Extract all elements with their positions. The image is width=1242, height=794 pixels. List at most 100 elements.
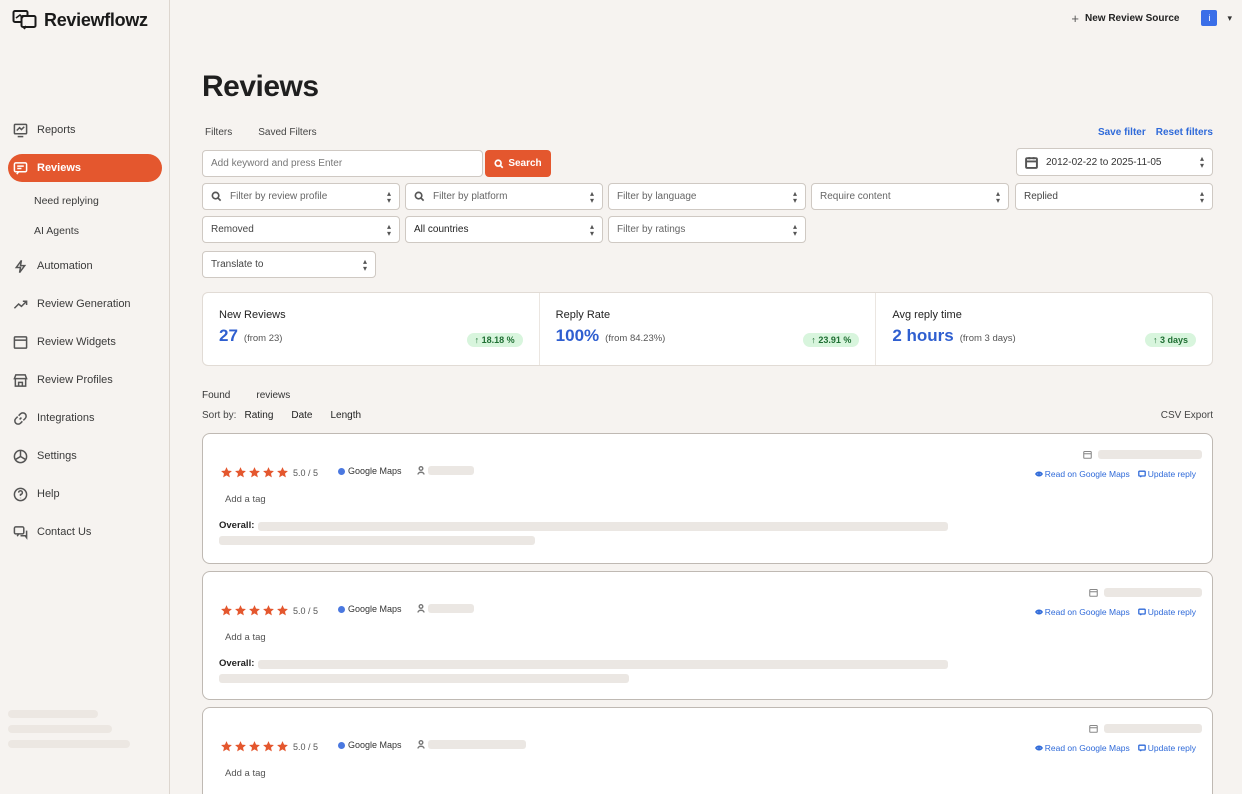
date-range-picker[interactable]: 2012-02-22 to 2025-11-05 ▴ ▾ [1016, 148, 1213, 176]
update-reply-label: Update reply [1147, 743, 1196, 753]
language-placeholder: Filter by language [617, 191, 697, 202]
language-select[interactable]: Filter by language ▴ ▾ [608, 183, 806, 210]
arrow-up-icon: ↑ [474, 335, 482, 345]
update-reply-link[interactable]: Update reply [1137, 743, 1196, 753]
search-input[interactable]: Add keyword and press Enter [202, 150, 483, 177]
read-link-label: Read on Google Maps [1044, 607, 1130, 617]
sidebar-subitem-need-replying[interactable]: Need replying [34, 192, 170, 210]
sidebar-item-help[interactable]: Help [8, 480, 162, 508]
stat-change-value: 23.91 % [818, 335, 852, 345]
replied-select[interactable]: Replied ▴ ▾ [1015, 183, 1213, 210]
removed-select[interactable]: Removed ▴ ▾ [202, 216, 400, 243]
save-filter-link[interactable]: Save filter [1098, 127, 1146, 138]
tab-filters[interactable]: Filters [205, 127, 232, 138]
link-icon [14, 411, 27, 425]
widget-icon [13, 335, 28, 349]
sidebar-item-label: Reports [37, 124, 76, 136]
settings-icon [13, 449, 28, 463]
search-icon [494, 158, 504, 168]
sidebar-item-review-profiles[interactable]: Review Profiles [8, 366, 162, 394]
sidebar-item-integrations[interactable]: Integrations [8, 404, 162, 432]
stat-new-reviews: New Reviews 27 (from 23) ↑ 18.18 % [203, 293, 540, 365]
sidebar-nav: Reports Reviews Need replying AI Agents … [0, 116, 170, 556]
star-icon [263, 605, 274, 616]
stat-change-badge: ↑ 3 days [1144, 333, 1197, 347]
sort-option-date[interactable]: Date [291, 410, 312, 421]
chevron-updown-icon: ▴ ▾ [386, 189, 391, 205]
star-icon [263, 467, 274, 478]
csv-export-button[interactable]: CSV Export [1161, 410, 1213, 421]
app-name: Reviewflowz [44, 9, 148, 30]
sidebar-item-label: Settings [37, 450, 77, 462]
chevron-down-icon[interactable]: ▾ [1227, 13, 1232, 24]
review-card: 5.0 / 5 Google Maps Read on Google Maps … [202, 571, 1213, 700]
calendar-icon [1083, 450, 1092, 459]
chevron-updown-icon: ▴ ▾ [589, 189, 594, 205]
sidebar-item-reports[interactable]: Reports [8, 116, 162, 144]
star-icon [221, 605, 232, 616]
stat-change-badge: ↑ 23.91 % [803, 333, 860, 347]
update-reply-link[interactable]: Update reply [1137, 469, 1196, 479]
rating-text: 5.0 / 5 [293, 606, 319, 616]
review-card: 5.0 / 5 Google Maps Read on Google Maps … [202, 433, 1213, 564]
read-on-google-maps-link[interactable]: Read on Google Maps [1034, 743, 1130, 753]
update-reply-link[interactable]: Update reply [1137, 607, 1196, 617]
sidebar-item-reviews[interactable]: Reviews [8, 154, 162, 182]
sort-option-length[interactable]: Length [331, 410, 362, 421]
platform-name: Google Maps [348, 604, 402, 614]
date-range-value: 2012-02-22 to 2025-11-05 [1046, 156, 1162, 168]
chevron-updown-icon: ▴ ▾ [1199, 189, 1204, 205]
search-button[interactable]: Search [485, 150, 551, 177]
star-rating [220, 604, 289, 617]
reply-icon [1137, 470, 1146, 478]
sidebar-item-automation[interactable]: Automation [8, 252, 162, 280]
add-tag-button[interactable]: Add a tag [225, 768, 266, 779]
user-icon [417, 466, 425, 475]
avatar[interactable]: i [1201, 10, 1218, 26]
author-redacted [428, 740, 526, 749]
search-placeholder: Add keyword and press Enter [211, 158, 343, 169]
sidebar-item-review-widgets[interactable]: Review Widgets [8, 328, 162, 356]
stat-label: Avg reply time [892, 309, 962, 321]
stat-change-value: 3 days [1159, 335, 1189, 345]
stat-change-badge: ↑ 18.18 % [466, 333, 523, 347]
app-logo[interactable]: Reviewflowz [12, 8, 148, 32]
read-on-google-maps-link[interactable]: Read on Google Maps [1034, 607, 1130, 617]
google-maps-icon [338, 741, 345, 749]
sidebar-item-settings[interactable]: Settings [8, 442, 162, 470]
tab-saved-filters[interactable]: Saved Filters [258, 127, 316, 138]
review-profile-placeholder: Filter by review profile [230, 191, 328, 202]
ratings-select[interactable]: Filter by ratings ▴ ▾ [608, 216, 806, 243]
update-reply-label: Update reply [1147, 607, 1196, 617]
rating-text: 5.0 / 5 [293, 742, 319, 752]
ratings-placeholder: Filter by ratings [617, 224, 686, 235]
found-suffix: reviews [256, 390, 291, 401]
eye-icon [1034, 609, 1043, 615]
read-on-google-maps-link[interactable]: Read on Google Maps [1034, 469, 1130, 479]
countries-select[interactable]: All countries ▴ ▾ [405, 216, 603, 243]
overall-label: Overall: [219, 658, 255, 669]
add-tag-button[interactable]: Add a tag [225, 494, 266, 505]
reset-filters-link[interactable]: Reset filters [1156, 127, 1213, 138]
star-icon [235, 467, 246, 478]
platform-select[interactable]: Filter by platform ▴ ▾ [405, 183, 603, 210]
new-review-source-button[interactable]: + New Review Source [1071, 11, 1179, 26]
star-icon [277, 467, 288, 478]
sidebar-subitem-ai-agents[interactable]: AI Agents [34, 222, 170, 240]
sidebar-item-contact-us[interactable]: Contact Us [8, 518, 162, 546]
review-author [417, 740, 526, 749]
star-rating [220, 740, 289, 753]
review-profile-select[interactable]: Filter by review profile ▴ ▾ [202, 183, 400, 210]
sort-option-rating[interactable]: Rating [244, 410, 273, 421]
sidebar-item-review-generation[interactable]: Review Generation [8, 290, 162, 318]
date-redacted [1098, 450, 1202, 459]
add-tag-button[interactable]: Add a tag [225, 632, 266, 643]
require-content-select[interactable]: Require content ▴ ▾ [811, 183, 1009, 210]
google-maps-icon [338, 605, 345, 613]
star-icon [263, 741, 274, 752]
translate-select[interactable]: Translate to ▴ ▾ [202, 251, 376, 278]
sidebar-item-label: Automation [37, 260, 93, 272]
removed-value: Removed [211, 224, 254, 235]
reviews-icon [13, 161, 28, 175]
search-icon [211, 191, 222, 202]
